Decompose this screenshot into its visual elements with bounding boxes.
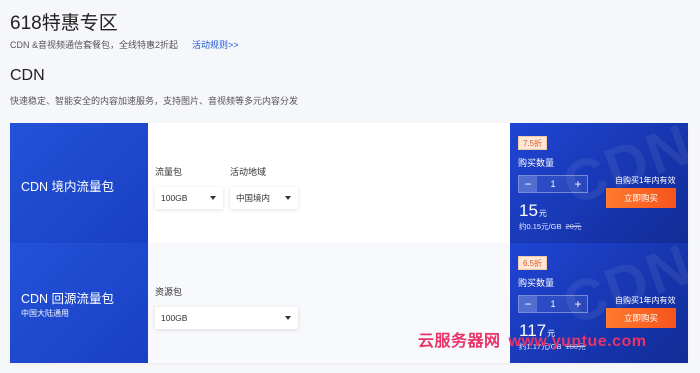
validity-note: 自购买1年内有效 (615, 176, 676, 185)
watermark: 云服务器网 www.yuntue.com (418, 327, 647, 351)
product-name: CDN 回源流量包 (21, 292, 115, 306)
quantity-value[interactable]: 1 (537, 296, 569, 312)
promo-description: CDN &音视频通信套餐包，全线特惠2折起 (10, 40, 179, 50)
validity-note: 自购买1年内有效 (615, 296, 676, 305)
chevron-down-icon (210, 196, 216, 200)
increment-button[interactable]: + (569, 176, 587, 192)
product-note: 中国大陆通用 (21, 309, 69, 318)
buy-now-button[interactable]: 立即购买 (606, 308, 676, 328)
unit-price-value: 约0.15元/GB (519, 222, 562, 231)
price: 15元 (519, 201, 547, 221)
quantity-label: 购买数量 (518, 278, 555, 288)
option-resource: 资源包 100GB (155, 285, 298, 329)
rules-link[interactable]: 活动规则>> (192, 40, 239, 50)
select-value: 100GB (161, 313, 188, 323)
option-package: 流量包 100GB (155, 165, 223, 209)
quantity-stepper: − 1 + (518, 175, 588, 193)
watermark-text: 云服务器网 (418, 333, 501, 350)
section-subtitle: 快速稳定、智能安全的内容加速服务，支持图片、音视频等多元内容分发 (10, 96, 299, 106)
resource-select[interactable]: 100GB (155, 307, 298, 329)
option-label: 流量包 (155, 167, 183, 177)
buy-now-button[interactable]: 立即购买 (606, 188, 676, 208)
watermark-url: www.yuntue.com (508, 333, 647, 350)
chevron-down-icon (285, 316, 291, 320)
chevron-down-icon (285, 196, 291, 200)
section-title: CDN (10, 67, 45, 84)
decrement-button[interactable]: − (519, 176, 537, 192)
unit-price: 约0.15元/GB 20元 (519, 221, 581, 232)
decrement-button[interactable]: − (519, 296, 537, 312)
product-card-cdn-domestic: CDN 境内流量包 流量包 100GB 活动地域 中国境内 CDN 7.5折 购… (10, 123, 688, 243)
quantity-label: 购买数量 (518, 158, 555, 168)
product-name: CDN 境内流量包 (21, 180, 115, 194)
quantity-value[interactable]: 1 (537, 176, 569, 192)
package-select[interactable]: 100GB (155, 187, 223, 209)
page-subtitle: CDN &音视频通信套餐包，全线特惠2折起 活动规则>> (10, 38, 239, 51)
product-header: CDN 境内流量包 (10, 123, 148, 243)
select-value: 100GB (161, 193, 188, 203)
price-value: 15 (519, 201, 538, 220)
purchase-panel: CDN 7.5折 购买数量 − 1 + 15元 约0.15元/GB 20元 自购买… (510, 123, 688, 243)
region-select[interactable]: 中国境内 (230, 187, 298, 209)
discount-badge: 6.5折 (518, 256, 548, 270)
discount-badge: 7.5折 (518, 136, 548, 150)
option-label: 活动地域 (230, 167, 267, 177)
select-value: 中国境内 (236, 193, 271, 203)
quantity-stepper: − 1 + (518, 295, 588, 313)
price-unit: 元 (538, 209, 547, 218)
option-region: 活动地域 中国境内 (230, 165, 298, 209)
product-header: CDN 回源流量包 中国大陆通用 (10, 243, 148, 363)
option-label: 资源包 (155, 287, 183, 297)
original-price: 20元 (565, 222, 582, 231)
page-title: 618特惠专区 (10, 13, 118, 34)
increment-button[interactable]: + (569, 296, 587, 312)
